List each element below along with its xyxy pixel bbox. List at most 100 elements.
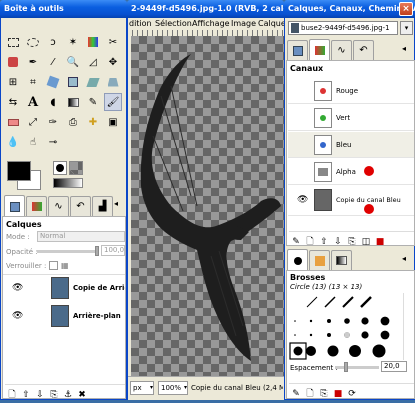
color-select-icon[interactable] (84, 33, 102, 51)
crop-icon[interactable]: ⌗ (24, 73, 42, 91)
layer-row-1[interactable]: 👁 Arrière-plan (3, 303, 125, 330)
mode-select[interactable]: Normal (37, 231, 125, 242)
channel-row-blue[interactable]: Bleu (288, 132, 414, 158)
close-icon[interactable]: × (399, 2, 413, 16)
measure-icon[interactable]: ◿ (84, 53, 102, 71)
opacity-slider[interactable] (37, 250, 97, 253)
duplicate-layer-icon[interactable]: ⎘ (47, 390, 61, 400)
paintbrush-icon[interactable]: 🖌 (104, 93, 122, 111)
toolbox-titlebar[interactable]: Boîte à outils (0, 0, 127, 18)
tab-channels[interactable] (309, 39, 330, 61)
brush-preview[interactable] (53, 161, 67, 175)
eye-icon[interactable]: 👁 (12, 283, 23, 293)
menu-layer[interactable]: Calque (258, 19, 285, 28)
scale-icon[interactable] (64, 73, 82, 91)
tab-layers[interactable] (287, 40, 308, 60)
unit-select[interactable]: px ▾ (130, 381, 154, 395)
image-canvas[interactable] (131, 36, 285, 376)
flip-icon[interactable]: ⇆ (4, 93, 22, 111)
smudge-icon[interactable]: ☝ (24, 133, 42, 151)
tab-paths[interactable]: ∿ (331, 40, 352, 60)
refresh-brushes-icon[interactable]: ⟳ (345, 389, 359, 399)
tab-gradients[interactable] (331, 250, 352, 270)
channel-row-green[interactable]: Vert (288, 105, 414, 131)
spacing-slider-handle[interactable] (344, 362, 348, 372)
duplicate-channel-icon[interactable]: ⎘ (345, 237, 359, 247)
lasso-icon[interactable]: ↄ (44, 33, 62, 51)
perspective-clone-icon[interactable]: ▣ (104, 113, 122, 131)
delete-channel-icon[interactable]: ■ (373, 237, 387, 247)
raise-channel-icon[interactable]: ⇧ (317, 237, 331, 247)
eraser-icon[interactable] (4, 113, 22, 131)
opacity-input[interactable]: 100,0 (101, 245, 125, 256)
eye-icon[interactable]: 👁 (297, 195, 308, 205)
to-selection-icon[interactable]: ◫ (359, 237, 373, 247)
menu-edit[interactable]: dition (129, 19, 152, 28)
rect-select-icon[interactable] (4, 33, 22, 51)
tab-layers[interactable] (4, 195, 25, 217)
spacing-input[interactable]: 20,0 (381, 361, 407, 372)
blend-icon[interactable] (64, 93, 82, 111)
image-titlebar[interactable]: 2-9449f-d5496.jpg-1.0 (RVB, 2 calque (127, 0, 284, 18)
brush-grid[interactable] (289, 293, 401, 360)
menu-image[interactable]: Image (231, 19, 256, 28)
pattern-preview[interactable] (69, 161, 83, 175)
anchor-icon[interactable]: ⚓ (61, 390, 75, 400)
perspective-icon[interactable] (104, 73, 122, 91)
rotate-icon[interactable] (44, 73, 62, 91)
zoom-select[interactable]: 100% ▾ (158, 381, 188, 395)
tab-paths[interactable]: ∿ (48, 196, 69, 216)
tab-menu-icon[interactable]: ◂ (114, 199, 118, 208)
lock-alpha-checkbox[interactable] (49, 261, 58, 270)
color-picker-icon[interactable]: ⁄ (44, 53, 62, 71)
airbrush-icon[interactable]: ⤢ (24, 113, 42, 131)
clone-icon[interactable]: ⎙ (64, 113, 82, 131)
shear-icon[interactable] (84, 73, 102, 91)
fuzzy-select-icon[interactable]: ✶ (64, 33, 82, 51)
dodge-burn-icon[interactable]: ⊸ (44, 133, 62, 151)
tab-menu-icon[interactable]: ◂ (402, 254, 406, 263)
channel-row-red[interactable]: Rouge (288, 78, 414, 104)
channel-row-copy[interactable]: 👁 Copie du canal Bleu (288, 186, 414, 216)
menu-selection[interactable]: Sélection (155, 19, 192, 28)
delete-layer-icon[interactable]: ✖ (75, 390, 89, 400)
eye-icon[interactable]: 👁 (12, 311, 23, 321)
duplicate-brush-icon[interactable]: ⎘ (317, 389, 331, 399)
pencil-icon[interactable]: ✎ (84, 93, 102, 111)
opacity-slider-handle[interactable] (95, 246, 99, 256)
bucket-fill-icon[interactable]: ◖ (44, 93, 62, 111)
scissors-icon[interactable]: ✂ (104, 33, 122, 51)
layer-row-0[interactable]: 👁 Copie de Arrière (3, 275, 125, 302)
blur-icon[interactable]: 💧 (4, 133, 22, 151)
edit-brush-icon[interactable]: ✎ (289, 389, 303, 399)
foreground-color-front[interactable] (7, 161, 31, 181)
delete-brush-icon[interactable]: ■ (331, 389, 345, 399)
image-selector[interactable]: buse2-9449f-d5496.jpg-1 (288, 21, 398, 35)
channel-row-alpha[interactable]: Alpha (288, 159, 414, 185)
menu-view[interactable]: Affichage (192, 19, 230, 28)
tab-undo[interactable]: ↶ (353, 40, 374, 60)
dock-titlebar[interactable]: Calques, Canaux, Chemins, Annu × (284, 0, 415, 18)
text-icon[interactable]: A (24, 93, 42, 111)
lower-channel-icon[interactable]: ⇩ (331, 237, 345, 247)
zoom-icon[interactable]: 🔍 (64, 53, 82, 71)
gradient-preview[interactable] (53, 178, 83, 188)
edit-channel-icon[interactable]: ✎ (289, 237, 303, 247)
tab-histogram[interactable]: ▟ (92, 196, 113, 216)
lower-layer-icon[interactable]: ⇩ (33, 390, 47, 400)
new-channel-icon[interactable]: 🗋 (303, 234, 317, 250)
tab-undo[interactable]: ↶ (70, 196, 91, 216)
align-icon[interactable]: ⊞ (4, 73, 22, 91)
raise-layer-icon[interactable]: ⇧ (19, 390, 33, 400)
spacing-slider[interactable] (335, 366, 379, 369)
paths-icon[interactable]: ✒ (24, 53, 42, 71)
move-icon[interactable]: ✥ (104, 53, 122, 71)
auto-button[interactable]: ▾ (400, 21, 413, 35)
foreground-select-icon[interactable] (4, 53, 22, 71)
tab-channels[interactable] (26, 196, 47, 216)
ink-icon[interactable]: ✑ (44, 113, 62, 131)
tab-brushes[interactable] (287, 249, 308, 271)
tab-patterns[interactable] (309, 250, 330, 270)
ellipse-select-icon[interactable] (24, 33, 42, 51)
heal-icon[interactable]: ✚ (84, 113, 102, 131)
